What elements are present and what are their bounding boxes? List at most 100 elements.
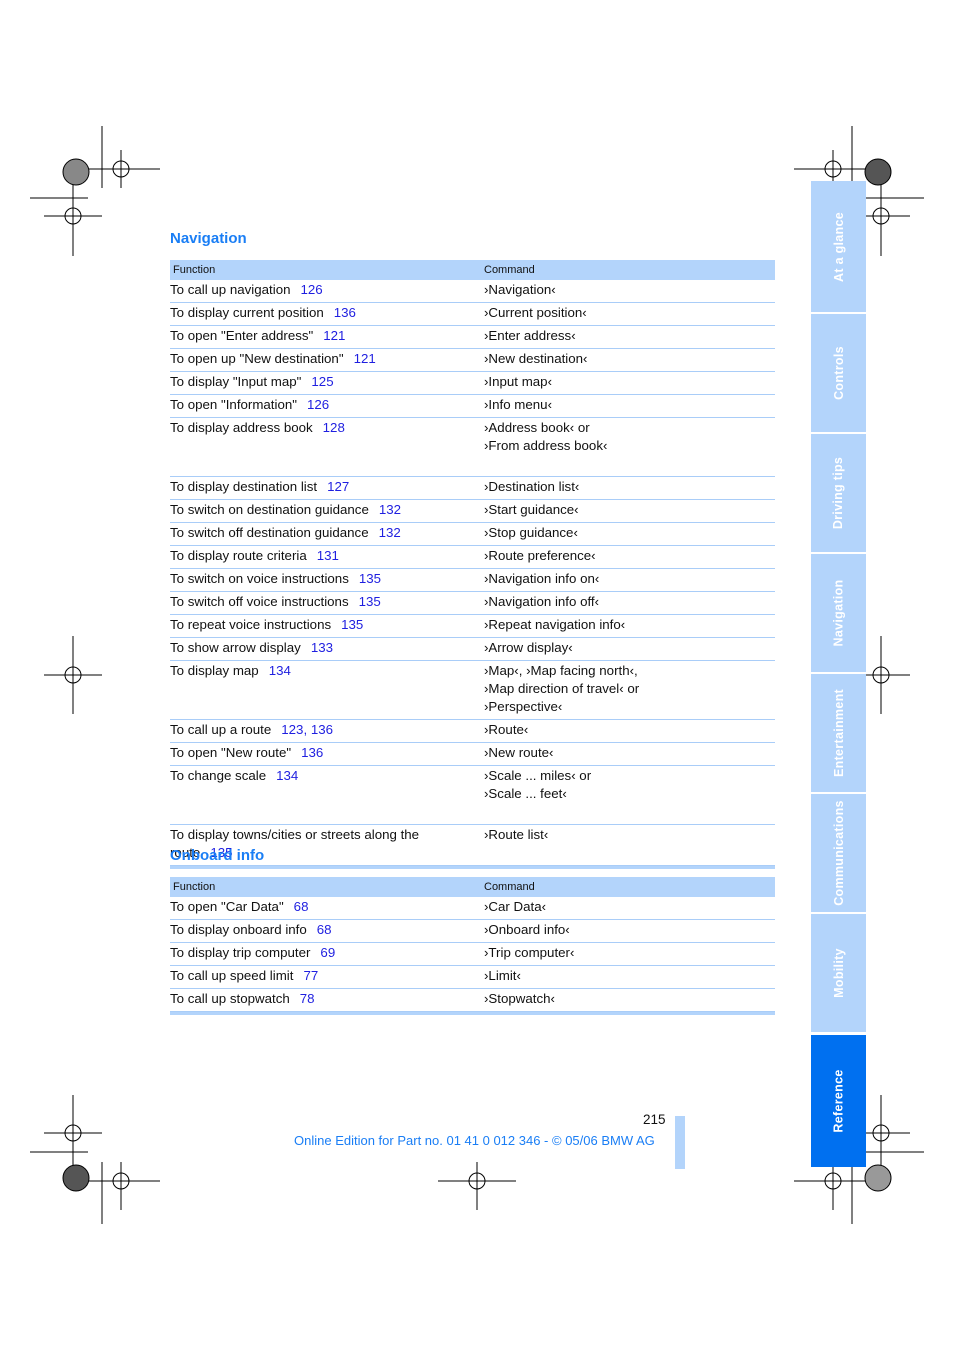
function-text: To open "Enter address": [170, 328, 314, 343]
function-cell: To display route criteria 131: [170, 547, 484, 565]
command-text: ›Trip computer‹: [484, 945, 575, 960]
page-reference-link[interactable]: 127: [327, 479, 349, 494]
function-cell: To open "Information" 126: [170, 396, 484, 414]
function-cell: To display address book 128: [170, 419, 484, 473]
table-row: To display destination list 127 ›Destinati…: [170, 477, 775, 500]
function-text: To call up a route: [170, 722, 272, 737]
sidebar-tab-entertainment[interactable]: Entertainment: [811, 674, 866, 792]
command-text: ›From address book‹: [484, 438, 608, 453]
section-title: Onboard info: [170, 847, 265, 864]
header-function: Function: [173, 264, 216, 276]
command-text: ›Perspective‹: [484, 699, 563, 714]
command-text: ›Onboard info‹: [484, 922, 570, 937]
table-row: To switch off voice instructions 135 ›Navi…: [170, 592, 775, 615]
page-reference-link[interactable]: 123, 136: [281, 722, 333, 737]
table-row: To display route criteria 131 ›Route prefe…: [170, 546, 775, 569]
function-text: To switch on destination guidance: [170, 502, 369, 517]
table-row: To display map 134 ›Map‹, ›Map facing nort…: [170, 661, 775, 720]
page-reference-link[interactable]: 135: [359, 571, 381, 586]
command-cell: ›New route‹: [484, 744, 775, 762]
sidebar-tab-reference[interactable]: Reference: [811, 1035, 866, 1167]
function-cell: To display current position 136: [170, 304, 484, 322]
table-row: To show arrow display 133 ›Arrow display‹: [170, 638, 775, 661]
page-reference-link[interactable]: 135: [359, 594, 381, 609]
command-cell: ›Navigation info off‹: [484, 593, 775, 611]
sidebar-tab-at-a-glance[interactable]: At a glance: [811, 181, 866, 312]
function-cell: To call up stopwatch 78: [170, 990, 484, 1008]
command-cell: ›Car Data‹: [484, 898, 775, 916]
page-reference-link[interactable]: 131: [317, 548, 339, 563]
page-reference-link[interactable]: 68: [294, 899, 309, 914]
function-cell: To open "New route" 136: [170, 744, 484, 762]
sidebar-tab-mobility[interactable]: Mobility: [811, 914, 866, 1032]
function-cell: To switch off voice instructions 135: [170, 593, 484, 611]
command-text: ›Route list‹: [484, 827, 549, 842]
sidebar-tab-label: Mobility: [831, 948, 846, 998]
command-text: ›Stop guidance‹: [484, 525, 578, 540]
page-reference-link[interactable]: 77: [303, 968, 318, 983]
command-cell: ›Repeat navigation info‹: [484, 616, 775, 634]
header-command: Command: [484, 881, 535, 893]
function-text: To display destination list: [170, 479, 318, 494]
table-row: To open up "New destination" 121 ›New dest…: [170, 349, 775, 372]
page-reference-link[interactable]: 132: [379, 502, 401, 517]
onboard-info-table: Function Command To open "Car Data" 68 ›Car …: [170, 877, 775, 1015]
page-reference-link[interactable]: 126: [307, 397, 329, 412]
function-text: To call up stopwatch: [170, 991, 290, 1006]
page-reference-link[interactable]: 136: [301, 745, 323, 760]
sidebar-tab-label: At a glance: [831, 211, 846, 282]
page-reference-link[interactable]: 68: [317, 922, 332, 937]
sidebar-tab-controls[interactable]: Controls: [811, 314, 866, 432]
table-row: To repeat voice instructions 135 ›Repeat n…: [170, 615, 775, 638]
function-cell: To display "Input map" 125: [170, 373, 484, 391]
sidebar-tab-label: Communications: [831, 800, 846, 906]
command-text: ›Repeat navigation info‹: [484, 617, 626, 632]
command-cell: ›Scale ... miles‹ or ›Scale ... feet‹: [484, 767, 775, 821]
page-reference-link[interactable]: 134: [276, 768, 298, 783]
function-cell: To display trip computer 69: [170, 944, 484, 962]
command-text: ›Scale ... miles‹ or: [484, 768, 592, 783]
page-reference-link[interactable]: 136: [334, 305, 356, 320]
navigation-table: Function Command To call up navigation 126 ›…: [170, 260, 775, 869]
page-reference-link[interactable]: 128: [323, 420, 345, 435]
command-text: ›Enter address‹: [484, 328, 576, 343]
command-text: ›Limit‹: [484, 968, 521, 983]
command-cell: ›Onboard info‹: [484, 921, 775, 939]
sidebar-tab-label: Reference: [831, 1069, 846, 1133]
page-reference-link[interactable]: 132: [379, 525, 401, 540]
command-text: ›Navigation‹: [484, 282, 556, 297]
function-text: To switch on voice instructions: [170, 571, 349, 586]
command-cell: ›Map‹, ›Map facing north‹, ›Map direction…: [484, 662, 775, 716]
table-row: To call up speed limit 77 ›Limit‹: [170, 966, 775, 989]
page-reference-link[interactable]: 121: [354, 351, 376, 366]
page-reference-link[interactable]: 134: [269, 663, 291, 678]
command-text: ›Route‹: [484, 722, 529, 737]
function-text: To display current position: [170, 305, 324, 320]
registration-mark-icon: [438, 1162, 516, 1210]
command-cell: ›Navigation info on‹: [484, 570, 775, 588]
page-reference-link[interactable]: 133: [311, 640, 333, 655]
sidebar-tab-communications[interactable]: Communications: [811, 794, 866, 912]
command-text: ›Info menu‹: [484, 397, 552, 412]
page-reference-link[interactable]: 126: [301, 282, 323, 297]
command-text: [484, 455, 775, 473]
sidebar-tab-navigation[interactable]: Navigation: [811, 554, 866, 672]
sidebar-tab-label: Entertainment: [831, 689, 846, 777]
command-cell: ›Navigation‹: [484, 281, 775, 299]
function-text: To switch off destination guidance: [170, 525, 369, 540]
page-reference-link[interactable]: 69: [320, 945, 335, 960]
function-text: To display "Input map": [170, 374, 302, 389]
command-text: ›Stopwatch‹: [484, 991, 555, 1006]
table-row: To call up a route 123, 136 ›Route‹: [170, 720, 775, 743]
page-reference-link[interactable]: 121: [323, 328, 345, 343]
sidebar-tab-driving-tips[interactable]: Driving tips: [811, 434, 866, 552]
table-row: To change scale 134 ›Scale ... miles‹ or ›S…: [170, 766, 775, 825]
command-cell: ›Destination list‹: [484, 478, 775, 496]
page-reference-link[interactable]: 78: [300, 991, 315, 1006]
page-reference-link[interactable]: 135: [341, 617, 363, 632]
sidebar-tab-label: Driving tips: [831, 456, 846, 530]
page-reference-link[interactable]: 125: [311, 374, 333, 389]
command-text: ›Route preference‹: [484, 548, 596, 563]
function-cell: To open up "New destination" 121: [170, 350, 484, 368]
function-cell: To call up speed limit 77: [170, 967, 484, 985]
